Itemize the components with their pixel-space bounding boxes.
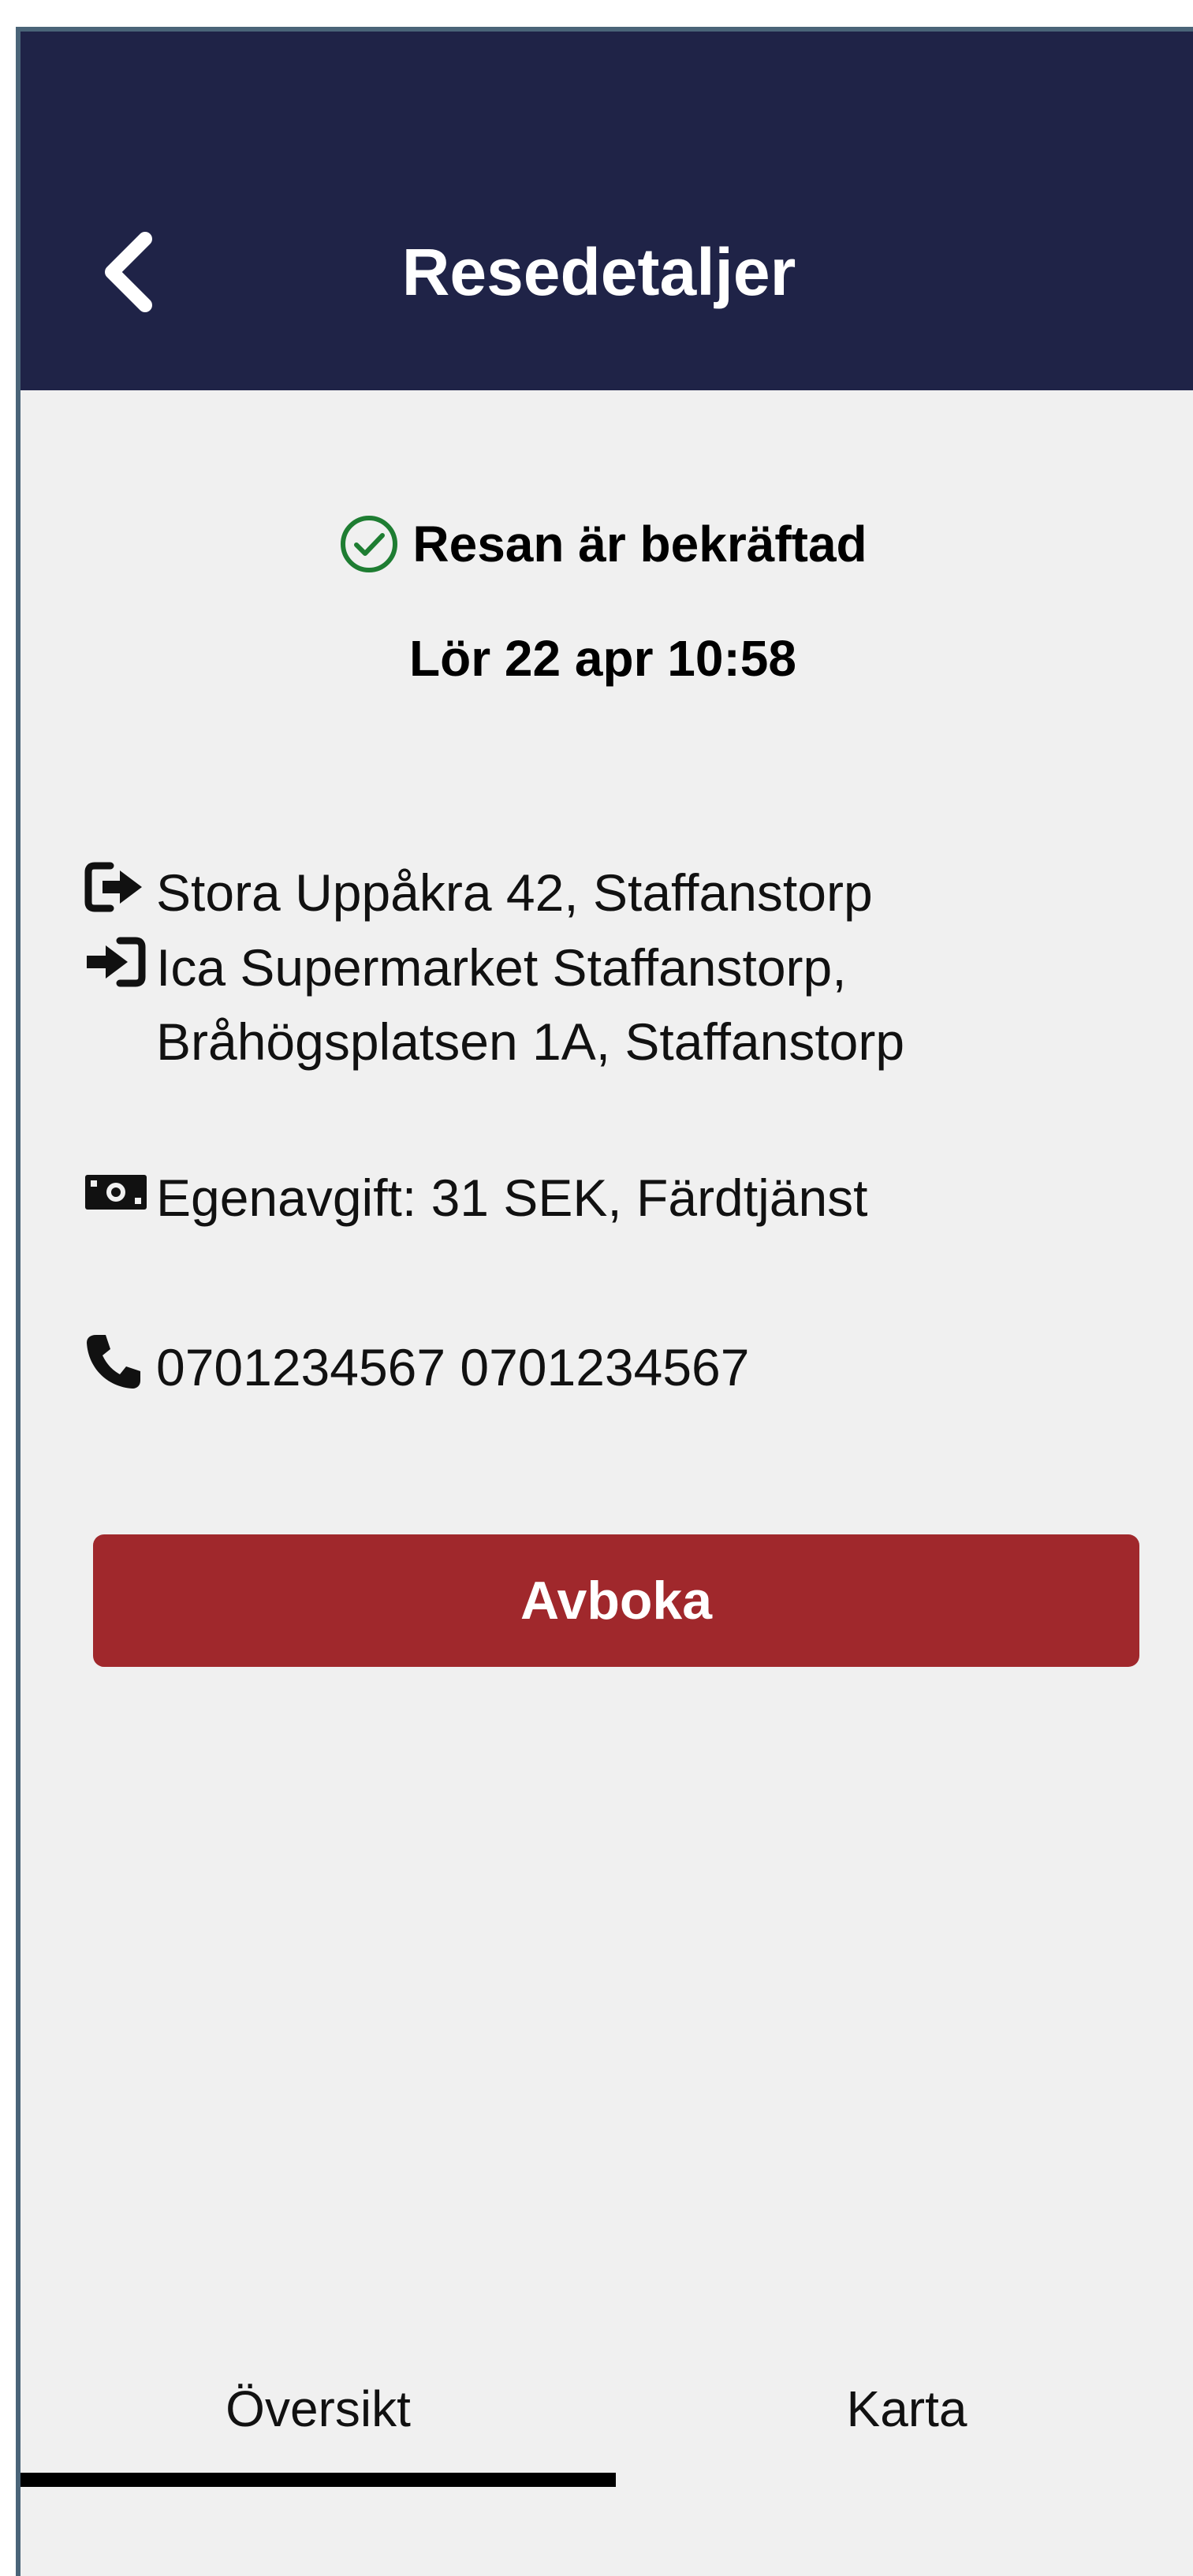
- cancel-booking-button[interactable]: Avboka: [93, 1534, 1139, 1667]
- sign-in-icon: [84, 930, 156, 993]
- tab-overview[interactable]: Översikt: [21, 2369, 616, 2448]
- dropoff-address: Ica Supermarket Staffanstorp, Bråhögspla…: [156, 938, 905, 1071]
- phone-icon: [84, 1330, 156, 1393]
- header-bar: Resedetaljer: [21, 32, 1193, 390]
- sign-out-icon: [84, 856, 156, 919]
- fee-row: Egenavgift: 31 SEK, Färdtjänst: [84, 1161, 868, 1235]
- status-text: Resan är bekräftad: [412, 516, 867, 572]
- dropoff-address-row: Ica Supermarket Staffanstorp, Bråhögspla…: [84, 930, 904, 1079]
- trip-datetime: Lör 22 apr 10:58: [409, 630, 796, 687]
- money-bill-icon: [84, 1161, 156, 1224]
- phone-row: 0701234567 0701234567: [84, 1330, 749, 1404]
- check-circle-icon: [341, 516, 398, 572]
- phone-text[interactable]: 0701234567 0701234567: [156, 1330, 749, 1404]
- fee-text: Egenavgift: 31 SEK, Färdtjänst: [156, 1169, 868, 1227]
- pickup-address: Stora Uppåkra 42, Staffanstorp: [156, 863, 873, 922]
- pickup-address-row: Stora Uppåkra 42, Staffanstorp: [84, 856, 873, 930]
- app-screen: Resedetaljer Resan är bekräftad Lör 22 a…: [16, 27, 1193, 2576]
- tab-map[interactable]: Karta: [616, 2369, 1193, 2448]
- active-tab-indicator: [21, 2473, 616, 2487]
- booking-status: Resan är bekräftad: [21, 505, 1193, 583]
- page-title: Resedetaljer: [401, 235, 796, 309]
